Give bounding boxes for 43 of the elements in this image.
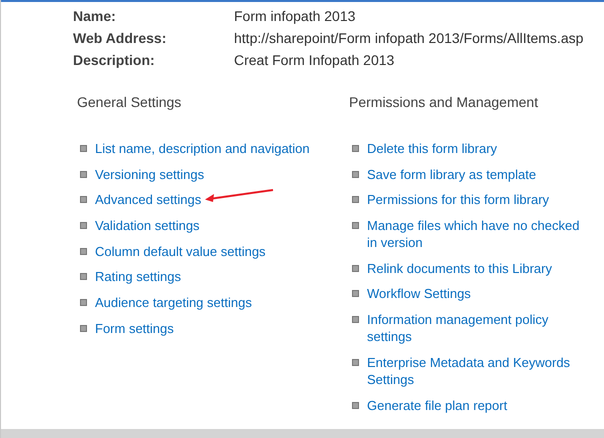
settings-link[interactable]: Column default value settings (95, 242, 266, 260)
settings-link[interactable]: Information management policy settings (367, 311, 585, 346)
settings-link[interactable]: Audience targeting settings (95, 294, 252, 312)
bullet-icon (352, 145, 359, 152)
settings-link[interactable]: List name, description and navigation (95, 140, 310, 157)
settings-link[interactable]: Rating settings (95, 268, 181, 286)
settings-link[interactable]: Save form library as template (367, 166, 536, 183)
bullet-icon (80, 248, 87, 255)
settings-link[interactable]: Form settings (95, 320, 174, 337)
property-value: http://sharepoint/Form infopath 2013/Forms/AllItems.asp (234, 30, 584, 46)
bullet-icon (352, 290, 359, 298)
property-label: Web Address: (73, 30, 168, 46)
property-value: Creat Form Infopath 2013 (234, 52, 396, 68)
property-label: Description: (73, 52, 156, 68)
settings-link[interactable]: Enterprise Metadata and Keywords Settings (367, 354, 585, 388)
bullet-icon (80, 299, 87, 306)
horizontal-scrollbar[interactable] (1, 429, 604, 438)
bullet-icon (352, 196, 359, 204)
property-value: Form infopath 2013 (234, 8, 356, 24)
bullet-icon (80, 324, 87, 332)
bullet-icon (352, 316, 359, 324)
bullet-icon (80, 273, 87, 280)
section-heading: General Settings (77, 94, 182, 110)
settings-link[interactable]: Workflow Settings (367, 285, 471, 302)
settings-link[interactable]: Validation settings (95, 217, 200, 234)
bullet-icon (352, 402, 359, 408)
section-heading: Permissions and Management (349, 94, 540, 110)
bullet-icon (80, 170, 87, 178)
bullet-icon (80, 145, 87, 152)
settings-link[interactable]: Relink documents to this Library (367, 260, 552, 277)
bullet-icon (352, 222, 359, 230)
bullet-icon (352, 170, 359, 178)
settings-link[interactable]: Advanced settings (95, 191, 202, 208)
property-label: Name: (73, 8, 117, 24)
bullet-icon (352, 358, 359, 366)
bullet-icon (80, 222, 87, 230)
settings-link[interactable]: Versioning settings (95, 166, 204, 183)
bullet-icon (352, 264, 359, 272)
bullet-icon (80, 196, 87, 204)
settings-link[interactable]: Delete this form library (367, 140, 498, 157)
settings-link[interactable]: Permissions for this form library (367, 191, 550, 208)
settings-link[interactable]: Generate file plan report (367, 396, 508, 414)
settings-link[interactable]: Manage files which have no checked in version (367, 217, 585, 252)
